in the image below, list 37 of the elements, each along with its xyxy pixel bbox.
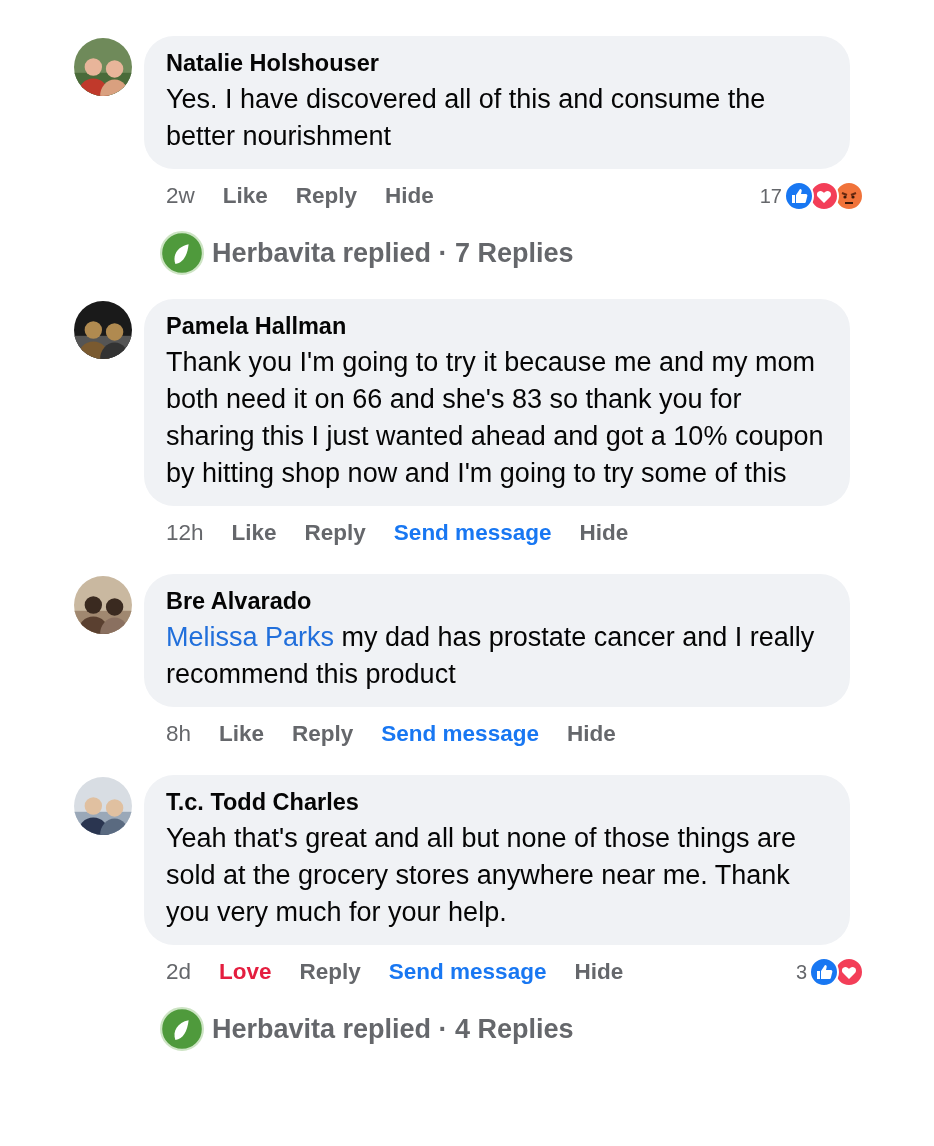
action-link[interactable]: Hide <box>579 520 629 546</box>
thumbs-up-icon <box>784 181 814 211</box>
reaction-link[interactable]: Love <box>219 959 272 985</box>
action-link[interactable]: Hide <box>385 183 434 209</box>
comment-text: Yeah that's great and all but none of those things are sold at the grocery stores anywhere near me. Thank you very much for your help. <box>166 822 798 929</box>
comment-text: Melissa Parks my dad has prostate cancer and I really recommend this product <box>166 621 816 691</box>
reaction-count: 3 <box>795 960 807 984</box>
replies-link[interactable]: Herbavita replied · 7 Replies <box>212 237 574 269</box>
comment-time: 8h <box>166 721 192 747</box>
action-link[interactable]: Like <box>219 721 265 747</box>
comment-text: Thank you I'm going to try it because me and my mom both need it on 66 and she's 83 so thank you for sharing this I just wanted ahead and got a 10% coupon by hitting shop now and I'm going to try some of this <box>166 346 825 490</box>
author-name[interactable]: T.c. Todd Charles <box>166 789 826 816</box>
action-link[interactable]: Reply <box>295 183 358 209</box>
send-message-link[interactable]: Send message <box>381 721 539 747</box>
leaf-icon <box>160 1007 204 1051</box>
comment-time: 12h <box>166 520 204 546</box>
thumbs-up-icon <box>809 957 839 987</box>
action-link[interactable]: Hide <box>574 959 624 985</box>
angry-face-icon <box>834 181 864 211</box>
action-link[interactable]: Reply <box>304 520 366 546</box>
action-link[interactable]: Reply <box>292 721 354 747</box>
comment-time: 2d <box>166 959 192 985</box>
reaction-count: 17 <box>759 184 782 208</box>
send-message-link[interactable]: Send message <box>393 520 552 546</box>
send-message-link[interactable]: Send message <box>388 959 547 985</box>
author-name[interactable]: Natalie Holshouser <box>166 50 826 77</box>
replies-link[interactable]: Herbavita replied · 4 Replies <box>212 1013 574 1045</box>
leaf-icon <box>160 231 204 275</box>
comment-text: Yes. I have discovered all of this and consume the better nourishment <box>166 83 767 153</box>
author-name[interactable]: Bre Alvarado <box>166 588 826 615</box>
author-name[interactable]: Pamela Hallman <box>166 313 826 340</box>
action-link[interactable]: Reply <box>299 959 361 985</box>
action-link[interactable]: Hide <box>566 721 616 747</box>
action-link[interactable]: Like <box>231 520 277 546</box>
mention-link[interactable]: Melissa Parks <box>166 622 335 652</box>
action-link[interactable]: Like <box>222 183 268 209</box>
comment-time: 2w <box>166 183 195 209</box>
